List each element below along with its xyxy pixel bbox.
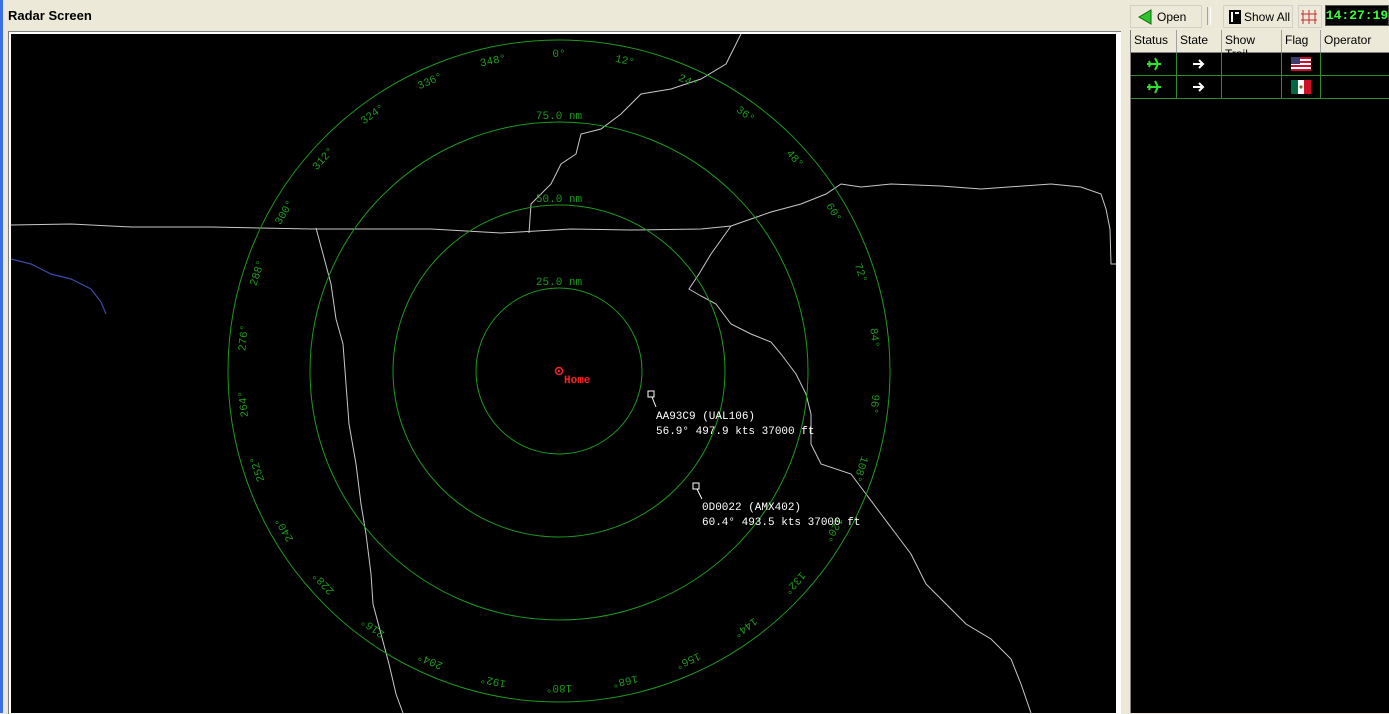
bearing-label: 192° [479,672,507,689]
bearing-label: 204° [416,649,445,671]
radar-screen[interactable]: 0° 12° 24° 36° 48° 60° 72° 84° 96° 108° 120° 132° 14… [11,34,1116,713]
window-edge [0,0,3,713]
column-header-state[interactable]: State [1177,30,1222,52]
aircraft-1-marker [647,390,655,398]
toolbar-separator [1207,7,1211,25]
open-button[interactable]: Open [1130,5,1202,28]
bearing-label: 60° [823,201,843,224]
bearing-label: 72° [851,262,869,285]
home-label: Home [564,375,591,387]
grid-icon [1301,9,1317,24]
bearing-label: 144° [731,614,759,639]
flag-cell [1282,53,1321,76]
bearing-label: 324° [359,103,387,128]
us-flag-icon [1291,57,1311,71]
operator-cell [1321,53,1389,76]
map-borders [11,34,1116,713]
status-cell [1131,76,1177,99]
bearing-label: 0° [552,49,565,61]
green-arrow-left-icon [1138,8,1152,25]
arrow-right-icon [1193,82,1205,92]
status-cell [1131,53,1177,76]
bearing-label: 180° [546,681,572,693]
show-all-button-label: Show All [1244,9,1291,24]
aircraft-table-header: Status State Show Trail Flag Operator [1131,30,1389,61]
aircraft-1-info: 56.9° 497.9 kts 37000 ft [656,426,814,438]
clock-display: 14:27:19 [1325,5,1389,26]
aircraft-1-id: AA93C9 (UAL106) [656,411,755,423]
show-trail-cell[interactable] [1222,53,1282,76]
range-ring-label: 25.0 nm [536,277,583,289]
aircraft-2-info: 60.4° 493.5 kts 37000 ft [702,517,860,529]
open-button-label: Open [1157,9,1187,24]
bearing-label: 348° [479,53,507,70]
column-header-status[interactable]: Status [1131,30,1177,52]
arrow-right-icon [1193,59,1205,69]
bearing-label: 228° [311,569,338,597]
range-ring-labels: 25.0 nm 50.0 nm 75.0 nm [536,111,583,289]
aircraft-2[interactable]: 0D0022 (AMX402) 60.4° 493.5 kts 37000 ft [692,482,860,529]
home-marker: Home [554,366,591,387]
range-ring-label: 50.0 nm [536,194,583,206]
aircraft-2-marker [692,482,700,490]
bearing-label: 336° [416,71,445,93]
show-trail-cell[interactable] [1222,76,1282,99]
grid-toggle-button[interactable] [1298,5,1322,28]
bearing-label: 252° [249,454,269,483]
aircraft-list-panel: Status State Show Trail Flag Operator [1130,30,1389,713]
state-cell [1177,76,1222,99]
aircraft-2-id: 0D0022 (AMX402) [702,502,801,514]
bearing-label: 36° [733,105,756,126]
bearing-label: 276° [237,324,252,352]
airplane-icon [1146,80,1161,94]
table-row[interactable] [1131,53,1389,76]
bearing-label: 168° [611,672,639,689]
bearing-label: 96° [866,394,880,415]
flag-cell [1282,76,1321,99]
list-icon [1229,9,1241,24]
border-line-coast-east [730,183,1116,265]
border-line-north [11,223,732,234]
border-line-west [315,227,404,713]
column-header-show-trail[interactable]: Show Trail [1222,30,1282,61]
bearing-label: 48° [783,148,805,171]
aircraft-1-leader [651,396,657,408]
column-header-flag[interactable]: Flag [1282,30,1321,52]
bearing-label: 84° [866,328,880,349]
bearing-label: 156° [673,649,702,671]
bearing-label: 264° [237,390,252,418]
airplane-icon [1146,57,1161,71]
bearing-label: 312° [311,146,338,174]
table-row[interactable] [1131,76,1389,99]
state-cell [1177,53,1222,76]
operator-cell [1321,76,1389,99]
window-title: Radar Screen [8,8,92,23]
bearing-label: 12° [614,54,636,70]
bearing-label: 216° [359,614,387,639]
coastline-west [11,258,107,315]
mexico-flag-icon [1291,80,1311,94]
aircraft-1[interactable]: AA93C9 (UAL106) 56.9° 497.9 kts 37000 ft [647,390,814,438]
show-all-button[interactable]: Show All [1223,5,1293,28]
aircraft-2-leader [696,488,703,500]
range-ring-label: 75.0 nm [536,111,583,123]
bearing-label: 24° [676,73,699,92]
bearing-label: 108° [850,454,870,483]
bearing-label: 240° [273,515,297,544]
bearing-label: 288° [249,259,269,288]
bearing-label: 300° [273,199,297,228]
column-header-operator[interactable]: Operator [1321,30,1389,52]
bearing-label: 132° [781,569,808,597]
